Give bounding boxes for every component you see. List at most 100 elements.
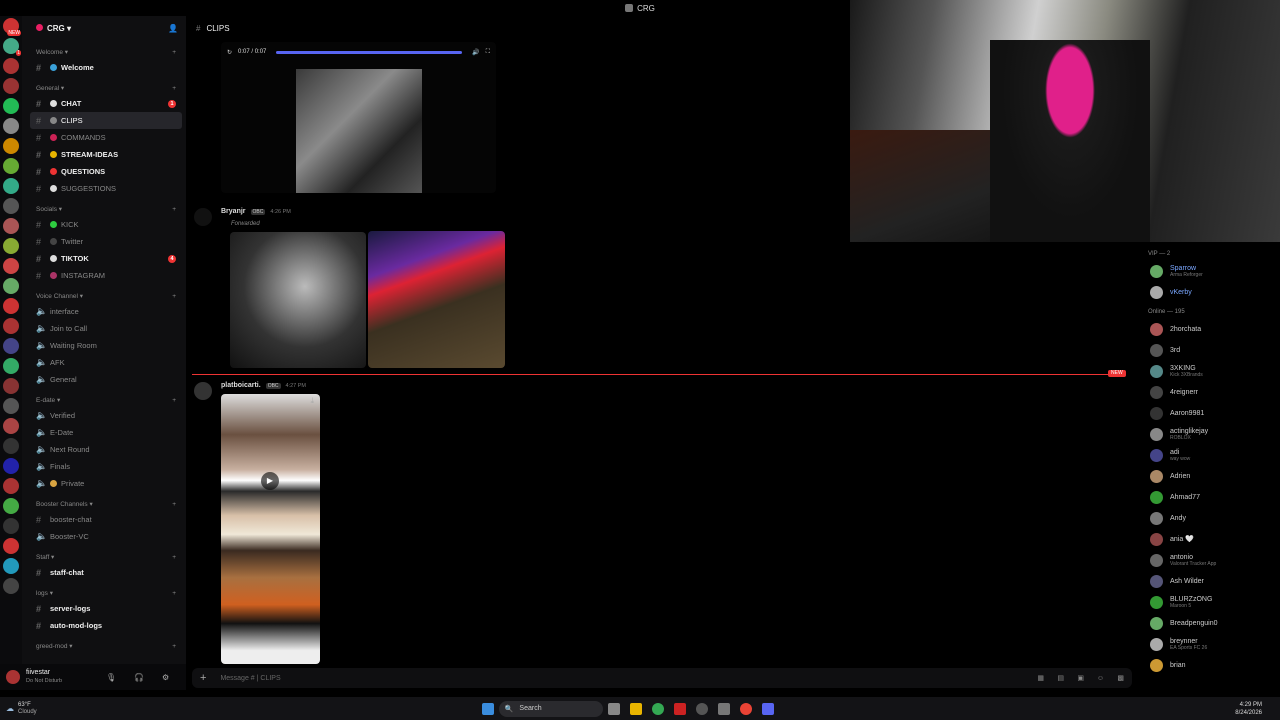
channel-item[interactable]: # KICK — [22, 216, 186, 233]
channel-item[interactable]: # TIKTOK 4 — [22, 250, 186, 267]
server-icon[interactable] — [3, 138, 19, 154]
download-icon[interactable]: ⤓ — [310, 396, 314, 406]
member-item[interactable]: Breadpenguin0 — [1140, 613, 1280, 634]
mic-icon[interactable]: 🎙 — [106, 673, 116, 682]
channel-item[interactable]: # SUGGESTIONS — [22, 180, 186, 197]
gear-icon[interactable]: ⚙ — [162, 673, 169, 682]
member-item[interactable]: breynner EA Sports FC 26 — [1140, 634, 1280, 655]
message-composer[interactable]: + Message # | CLIPS ▦ ▤ ▣ ☺ ▩ — [192, 668, 1132, 688]
server-icon[interactable] — [3, 478, 19, 494]
member-item[interactable]: BLURZzONG Maroon 5 — [1140, 592, 1280, 613]
channel-item[interactable]: 🔈 Private — [22, 475, 186, 492]
plus-icon[interactable]: + — [200, 672, 206, 684]
member-item[interactable]: Ash Wilder — [1140, 571, 1280, 592]
server-icon[interactable] — [3, 198, 19, 214]
server-icon[interactable] — [3, 338, 19, 354]
volume-icon[interactable]: 🔊 — [472, 49, 479, 56]
discord-icon[interactable] — [761, 702, 774, 715]
channel-item[interactable]: 🔈 E-Date — [22, 424, 186, 441]
channel-item[interactable]: 🔈 General — [22, 371, 186, 388]
add-channel-icon[interactable]: + — [172, 206, 176, 213]
channel-item[interactable]: # Welcome — [22, 59, 186, 76]
apps-icon[interactable]: ▩ — [1117, 674, 1124, 682]
channel-item[interactable]: # QUESTIONS — [22, 163, 186, 180]
app-icon[interactable] — [717, 702, 730, 715]
channel-category[interactable]: E-date ▾ + — [22, 393, 186, 407]
add-channel-icon[interactable]: + — [172, 293, 176, 300]
channel-category[interactable]: Socials ▾ + — [22, 202, 186, 216]
chrome-icon[interactable] — [651, 702, 664, 715]
server-rail[interactable]: NEW 1 — [0, 16, 22, 676]
gift-icon[interactable]: ▦ — [1037, 674, 1044, 682]
channel-item[interactable]: # CHAT 1 — [22, 95, 186, 112]
server-header[interactable]: CRG ▾ 👤 — [22, 16, 186, 40]
server-icon[interactable] — [3, 438, 19, 454]
server-icon[interactable] — [3, 118, 19, 134]
channel-item[interactable]: # booster-chat — [22, 511, 186, 528]
channel-item[interactable]: 🔈 interface — [22, 303, 186, 320]
avatar[interactable] — [194, 208, 212, 226]
channel-item[interactable]: 🔈 Finals — [22, 458, 186, 475]
channel-category[interactable]: Booster Channels ▾ + — [22, 497, 186, 511]
fullscreen-icon[interactable]: ⛶ — [486, 49, 490, 56]
message-input[interactable]: Message # | CLIPS — [220, 675, 280, 682]
add-channel-icon[interactable]: + — [172, 554, 176, 561]
video-attachment[interactable]: ▶ ⤓ — [221, 394, 320, 664]
server-icon[interactable] — [3, 578, 19, 594]
file-explorer-icon[interactable] — [629, 702, 642, 715]
replay-icon[interactable]: ↻ — [227, 49, 232, 56]
server-icon[interactable] — [3, 158, 19, 174]
channel-category[interactable]: Staff ▾ + — [22, 550, 186, 564]
image-attachment[interactable] — [368, 231, 505, 368]
server-icon[interactable] — [3, 418, 19, 434]
app-icon[interactable] — [673, 702, 686, 715]
channel-item[interactable]: # server-logs — [22, 600, 186, 617]
server-icon[interactable] — [3, 238, 19, 254]
message-author[interactable]: platboicarti. — [221, 382, 261, 389]
channel-category[interactable]: Welcome ▾ + — [22, 45, 186, 59]
channel-item[interactable]: 🔈 Verified — [22, 407, 186, 424]
channel-item[interactable]: # CLIPS — [30, 112, 182, 129]
message-author[interactable]: Bryanjr — [221, 208, 246, 215]
member-item[interactable]: Sparrow Arma Reforger — [1140, 261, 1280, 282]
member-item[interactable]: Andy — [1140, 508, 1280, 529]
server-icon[interactable] — [3, 458, 19, 474]
channel-item[interactable]: 🔈 Waiting Room — [22, 337, 186, 354]
member-item[interactable]: ania 🤍 — [1140, 529, 1280, 550]
channel-item[interactable]: # COMMANDS — [22, 129, 186, 146]
channel-item[interactable]: 🔈 Next Round — [22, 441, 186, 458]
member-item[interactable]: vKerby — [1140, 282, 1280, 303]
server-icon[interactable] — [3, 518, 19, 534]
add-channel-icon[interactable]: + — [172, 85, 176, 92]
avatar[interactable] — [6, 670, 20, 684]
weather-icon[interactable]: ☁ — [6, 704, 14, 713]
start-icon[interactable] — [481, 702, 494, 715]
image-attachment[interactable] — [230, 232, 366, 368]
video-progress[interactable] — [276, 50, 463, 54]
play-icon[interactable]: ▶ — [261, 472, 279, 490]
server-icon[interactable] — [3, 498, 19, 514]
emoji-icon[interactable]: ☺ — [1097, 675, 1104, 682]
sticker-icon[interactable]: ▣ — [1077, 674, 1084, 682]
server-icon[interactable] — [3, 558, 19, 574]
avatar[interactable] — [194, 382, 212, 400]
taskbar-search[interactable]: 🔍 Search — [498, 700, 603, 717]
server-icon[interactable] — [3, 398, 19, 414]
server-icon[interactable] — [3, 378, 19, 394]
chrome-icon[interactable] — [739, 702, 752, 715]
channel-category[interactable]: logs ▾ + — [22, 586, 186, 600]
server-icon[interactable]: NEW — [3, 18, 21, 36]
server-icon[interactable] — [3, 318, 19, 334]
member-item[interactable]: brian — [1140, 655, 1280, 676]
video-player[interactable]: ↻ 0:07 / 0:07 🔊 ⛶ — [221, 42, 496, 193]
channel-category[interactable]: greed-mod ▾ + — [22, 639, 186, 653]
channel-item[interactable]: # staff-chat — [22, 564, 186, 581]
member-item[interactable]: 2horchata — [1140, 319, 1280, 340]
add-channel-icon[interactable]: + — [172, 501, 176, 508]
task-view-icon[interactable] — [607, 702, 620, 715]
server-icon[interactable] — [3, 538, 19, 554]
server-icon[interactable] — [3, 358, 19, 374]
channel-item[interactable]: # STREAM-IDEAS — [22, 146, 186, 163]
server-icon[interactable] — [3, 298, 19, 314]
channel-item[interactable]: # Twitter — [22, 233, 186, 250]
